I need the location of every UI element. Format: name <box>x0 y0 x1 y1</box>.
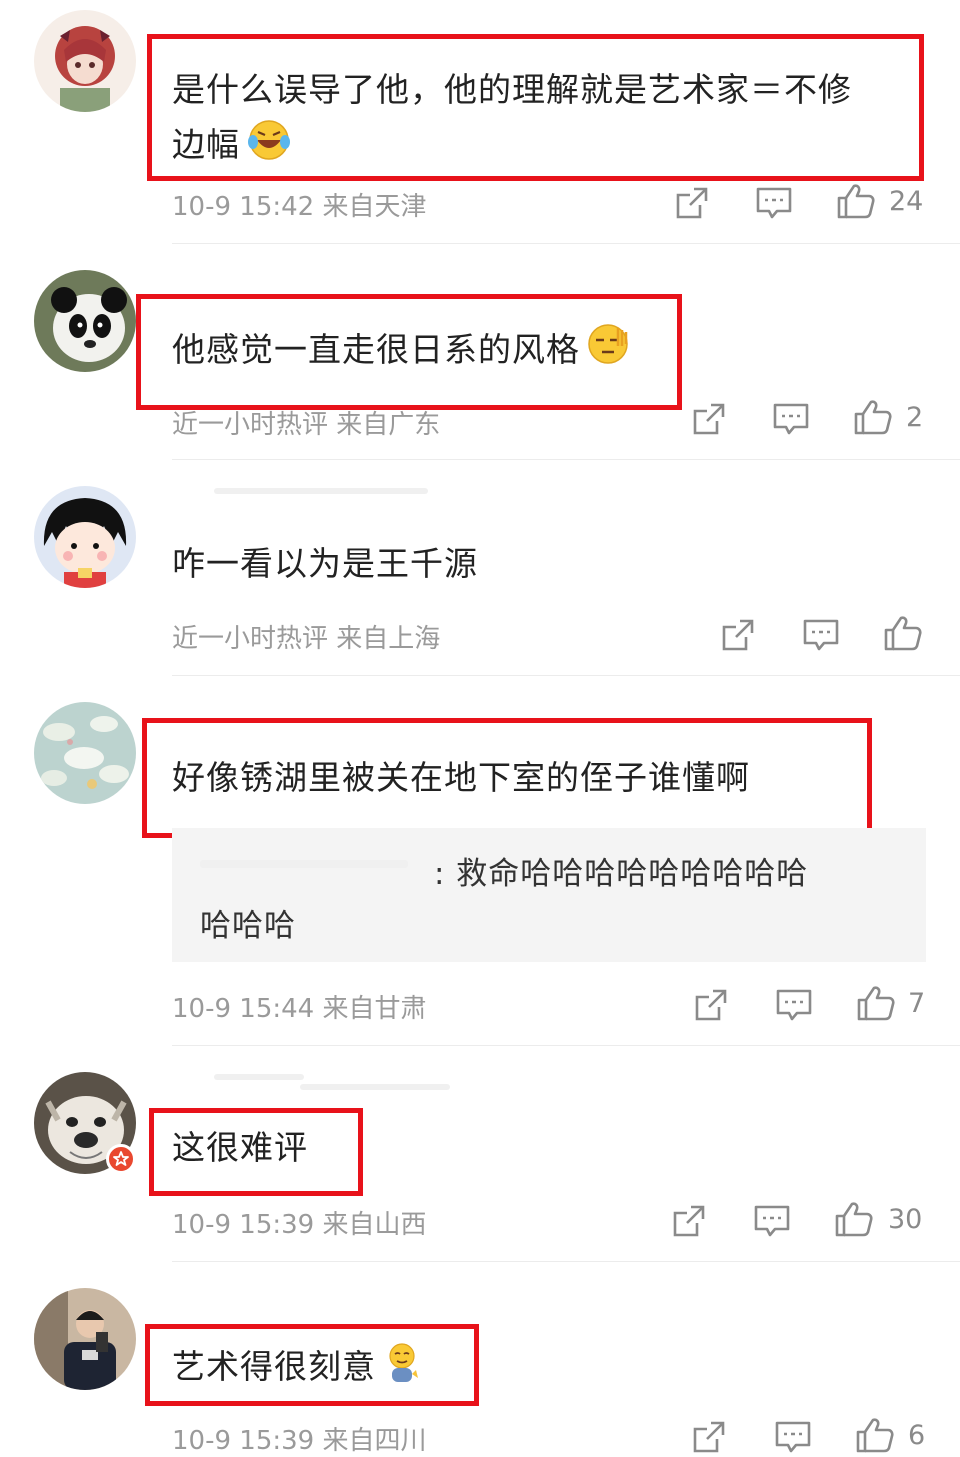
share-icon[interactable] <box>691 1419 727 1455</box>
avatar[interactable] <box>34 486 136 588</box>
like-count: 30 <box>888 1204 923 1235</box>
comment-item: 咋一看以为是王千源 近一小时热评 来自上海 <box>0 460 960 676</box>
comment-meta: 近一小时热评 来自广东 <box>172 410 441 440</box>
comment-item: 他感觉一直走很日系的风格 近一小时热评 来自广东 2 <box>0 244 960 460</box>
share-icon[interactable] <box>691 401 727 437</box>
reply-text-line: : 救命哈哈哈哈哈哈哈哈哈 <box>434 856 809 892</box>
avatar[interactable] <box>34 10 136 112</box>
thumbs-up-icon[interactable] <box>883 614 923 652</box>
comment-icon[interactable] <box>755 185 793 221</box>
share-icon[interactable] <box>693 987 729 1023</box>
verified-badge-icon <box>106 1144 136 1174</box>
blurred-reply-username <box>200 860 408 868</box>
highlight-box <box>145 1324 479 1406</box>
like-count: 7 <box>908 988 926 1019</box>
thumbs-up-icon[interactable] <box>853 398 893 436</box>
comment-icon[interactable] <box>774 1419 812 1455</box>
comment-icon[interactable] <box>772 401 810 437</box>
avatar[interactable] <box>34 270 136 372</box>
blurred-username <box>300 1084 450 1090</box>
highlight-box <box>149 1108 363 1196</box>
comment-icon[interactable] <box>775 987 813 1023</box>
comment-item: 好像锈湖里被关在地下室的侄子谁懂啊 : 救命哈哈哈哈哈哈哈哈哈 哈哈哈 10-9… <box>0 676 960 1046</box>
thumbs-up-icon[interactable] <box>855 1416 895 1454</box>
like-count: 24 <box>889 186 924 217</box>
share-icon[interactable] <box>720 617 756 653</box>
like-count: 2 <box>906 402 924 433</box>
reply-text-line: 哈哈哈 <box>200 908 296 944</box>
highlight-box <box>136 294 682 410</box>
blurred-username <box>214 488 428 494</box>
avatar[interactable] <box>34 702 136 804</box>
like-count: 6 <box>908 1420 926 1451</box>
reply-preview[interactable]: : 救命哈哈哈哈哈哈哈哈哈 哈哈哈 <box>172 828 926 962</box>
thumbs-up-icon[interactable] <box>856 984 896 1022</box>
comment-icon[interactable] <box>802 617 840 653</box>
share-icon[interactable] <box>674 185 710 221</box>
comment-text: 咋一看以为是王千源 <box>172 544 478 583</box>
comment-meta: 10-9 15:42 来自天津 <box>172 192 427 222</box>
comment-item: 艺术得很刻意 10-9 15:39 来自四川 6 <box>0 1262 960 1456</box>
comment-item: 这很难评 10-9 15:39 来自山西 30 <box>0 1046 960 1262</box>
comment-meta: 10-9 15:44 来自甘肃 <box>172 994 427 1024</box>
thumbs-up-icon[interactable] <box>836 182 876 220</box>
comment-item: 是什么误导了他，他的理解就是艺术家＝不修 边幅 10-9 15:42 来自天津 … <box>0 0 960 244</box>
share-icon[interactable] <box>671 1203 707 1239</box>
avatar[interactable] <box>34 1288 136 1390</box>
highlight-box <box>142 718 872 838</box>
thumbs-up-icon[interactable] <box>834 1200 874 1238</box>
highlight-box <box>147 34 924 181</box>
comment-meta: 10-9 15:39 来自四川 <box>172 1426 427 1456</box>
comment-meta: 10-9 15:39 来自山西 <box>172 1210 427 1240</box>
comment-meta: 近一小时热评 来自上海 <box>172 624 441 654</box>
blurred-username <box>214 1074 304 1080</box>
comment-icon[interactable] <box>753 1203 791 1239</box>
